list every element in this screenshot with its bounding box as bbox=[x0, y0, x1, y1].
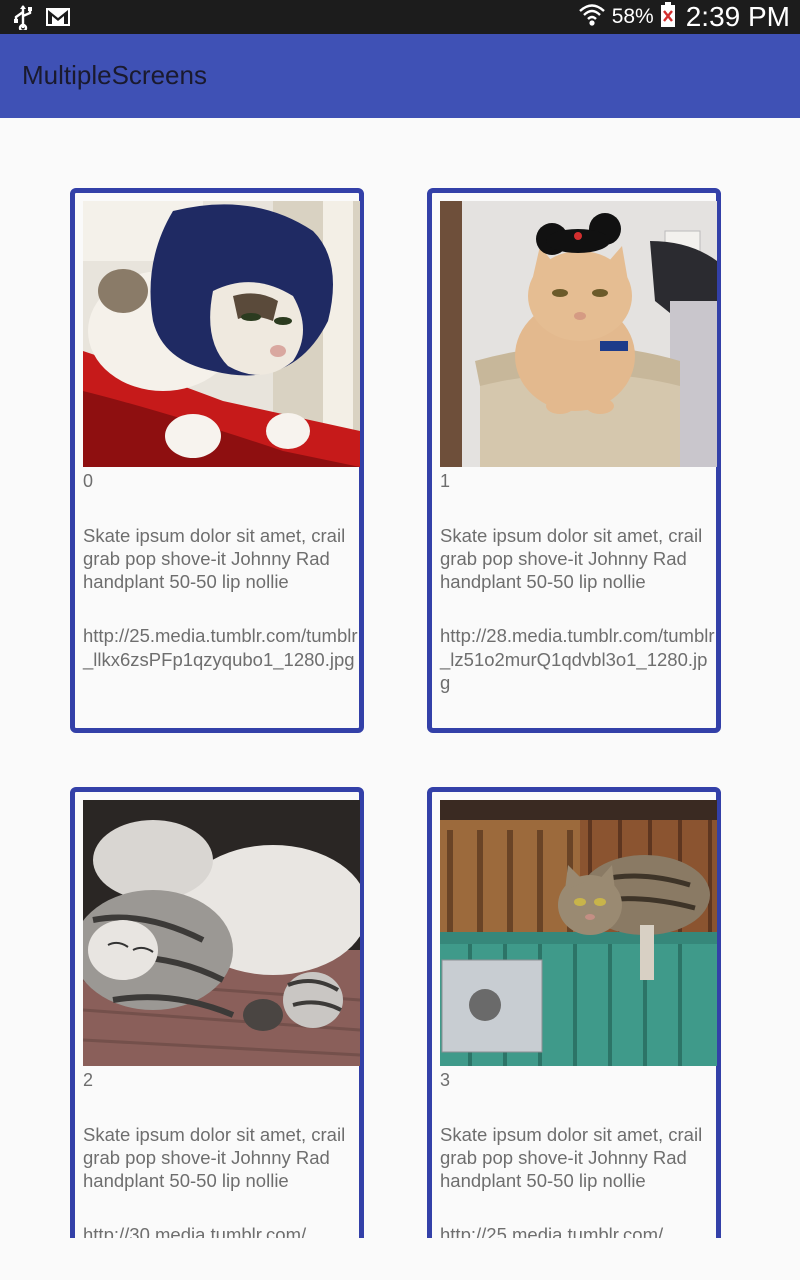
card-description: Skate ipsum dolor sit amet, crail grab p… bbox=[440, 525, 703, 592]
tabby-cat-on-fence-photo bbox=[440, 800, 717, 1066]
card-1[interactable]: 1 Skate ipsum dolor sit amet, crail grab… bbox=[427, 188, 721, 733]
card-index: 3 bbox=[440, 1070, 451, 1090]
sleeping-kittens-photo bbox=[83, 800, 360, 1066]
card-description: Skate ipsum dolor sit amet, crail grab p… bbox=[83, 525, 346, 592]
cat-in-blue-hoodie-photo bbox=[83, 201, 360, 467]
orange-cat-with-mouse-ears-photo bbox=[440, 201, 717, 467]
clock: 2:39 PM bbox=[685, 1, 790, 32]
wifi-icon bbox=[578, 2, 606, 32]
card-url: http://30.media.tumblr.com/ bbox=[83, 1224, 307, 1238]
card-grid[interactable]: 0 Skate ipsum dolor sit amet, crail grab… bbox=[0, 118, 800, 1238]
usb-icon bbox=[12, 4, 34, 34]
card-index: 0 bbox=[83, 471, 94, 491]
card-index: 2 bbox=[83, 1070, 94, 1090]
app-bar: MultipleScreens bbox=[0, 34, 800, 118]
card-url: http://28.media.tumblr.com/tumblr_lz51o2… bbox=[440, 625, 715, 693]
card-index: 1 bbox=[440, 471, 451, 491]
card-0[interactable]: 0 Skate ipsum dolor sit amet, crail grab… bbox=[70, 188, 364, 733]
bottom-bar bbox=[0, 1238, 800, 1280]
battery-icon bbox=[660, 2, 676, 32]
card-description: Skate ipsum dolor sit amet, crail grab p… bbox=[83, 1124, 346, 1191]
card-description: Skate ipsum dolor sit amet, crail grab p… bbox=[440, 1124, 703, 1191]
status-bar: 58% 2:39 PM bbox=[0, 0, 800, 34]
app-title: MultipleScreens bbox=[22, 60, 207, 90]
card-3[interactable]: 3 Skate ipsum dolor sit amet, crail grab… bbox=[427, 787, 721, 1238]
card-url: http://25.media.tumblr.com/tumblr_llkx6z… bbox=[83, 625, 358, 670]
card-2[interactable]: 2 Skate ipsum dolor sit amet, crail grab… bbox=[70, 787, 364, 1238]
card-url: http://25.media.tumblr.com/ bbox=[440, 1224, 664, 1238]
battery-percent: 58% bbox=[611, 5, 654, 28]
gmail-icon bbox=[46, 7, 70, 31]
